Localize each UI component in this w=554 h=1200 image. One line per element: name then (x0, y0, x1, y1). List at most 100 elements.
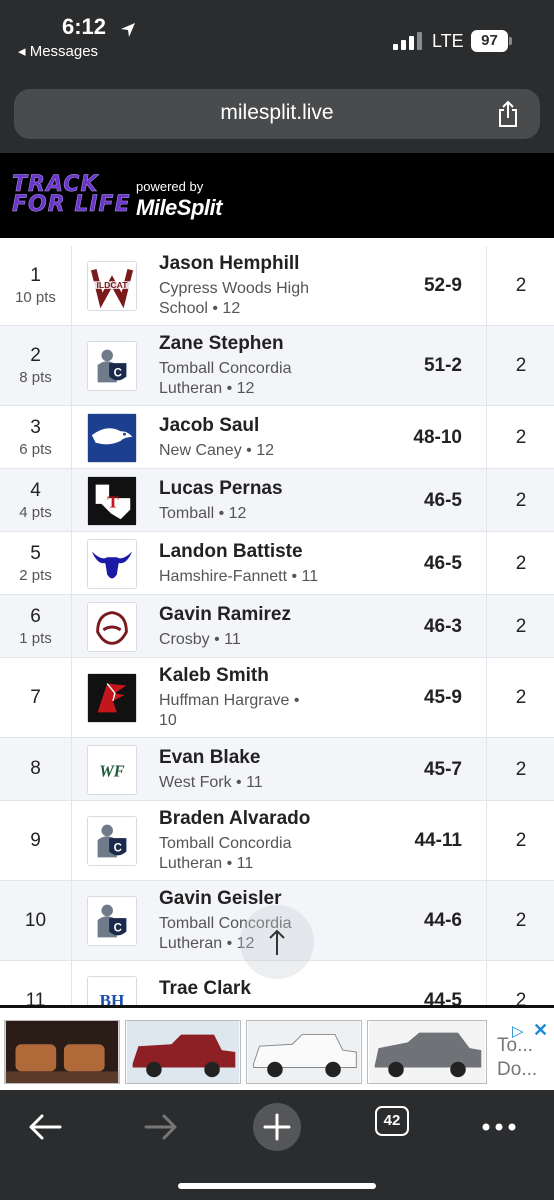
battery-cap (509, 37, 512, 45)
school-grade[interactable]: Crosby • 11 (159, 630, 359, 650)
longhorn-logo[interactable] (87, 539, 137, 589)
school-grade[interactable]: Tomball • 12 (159, 504, 359, 524)
athlete-info: Lucas Pernas Tomball • 12 (159, 478, 359, 524)
athlete-info: Landon Battiste Hamshire-Fannett • 11 (159, 541, 359, 587)
place-cell: 8 (0, 738, 72, 800)
svg-text:WF: WF (99, 762, 125, 781)
concordia-crusader-logo[interactable]: C (87, 896, 137, 946)
site-banner: TRACK FOR LIFE powered by MileSplit (0, 153, 554, 238)
back-to-messages-link[interactable]: ◂ Messages (18, 42, 98, 60)
tomball-texas-logo[interactable]: T (87, 476, 137, 526)
falcon-logo[interactable] (87, 673, 137, 723)
heat-cell: 2 (486, 801, 554, 880)
heat-cell: 2 (486, 658, 554, 737)
heat-cell: 2 (486, 246, 554, 325)
svg-text:T: T (107, 493, 119, 512)
table-row[interactable]: 5 2 pts Landon Battiste Hamshire-Fannett • … (0, 532, 554, 595)
tabs-count-button[interactable]: 42 (375, 1106, 409, 1136)
status-bar: 6:12 ◂ Messages LTE 97 (0, 0, 554, 70)
mark-value: 45-7 (423, 759, 462, 780)
table-row[interactable]: 1 10 pts ILDCAT Jason Hemphill Cypress Woods… (0, 246, 554, 326)
athlete-info: Zane Stephen Tomball Concordia Lutheran • … (159, 333, 359, 399)
athlete-name-link[interactable]: Gavin Ramirez (159, 604, 359, 626)
results-table: 1 10 pts ILDCAT Jason Hemphill Cypress Woods… (0, 238, 554, 1008)
athlete-info: Kaleb Smith Huffman Hargrave • 10 (159, 665, 359, 731)
ad-text[interactable]: To... Do... (497, 1034, 537, 1082)
athlete-name-link[interactable]: Kaleb Smith (159, 665, 359, 687)
heat-number: 2 (515, 687, 527, 708)
school-grade[interactable]: New Caney • 12 (159, 441, 359, 461)
back-arrow-icon[interactable] (26, 1102, 66, 1152)
heat-cell: 2 (486, 961, 554, 1008)
place-number: 5 (30, 542, 41, 564)
heat-number: 2 (515, 830, 527, 851)
athlete-name-link[interactable]: Jason Hemphill (159, 253, 359, 275)
table-row[interactable]: 4 4 pts T Lucas Pernas Tomball • 12 46-5 2 (0, 469, 554, 532)
athlete-name-link[interactable]: Zane Stephen (159, 333, 359, 355)
points-label: 4 pts (19, 503, 52, 521)
new-caney-eagle-logo[interactable] (87, 413, 137, 463)
heat-cell: 2 (486, 738, 554, 800)
cypress-woods-wildcats-logo[interactable]: ILDCAT (87, 261, 137, 311)
heat-number: 2 (515, 759, 527, 780)
ad-gray-truck-image[interactable] (367, 1020, 487, 1084)
table-row[interactable]: 3 6 pts Jacob Saul New Caney • 12 48-10 2 (0, 406, 554, 469)
heat-cell: 2 (486, 532, 554, 594)
athlete-info: Gavin Ramirez Crosby • 11 (159, 604, 359, 650)
heat-cell: 2 (486, 881, 554, 960)
svg-text:C: C (114, 368, 122, 380)
table-row[interactable]: 8 WF Evan Blake West Fork • 11 45-7 2 (0, 738, 554, 801)
athlete-info: Jason Hemphill Cypress Woods High School •… (159, 253, 359, 319)
place-cell: 11 (0, 961, 72, 1008)
mark-value: 52-9 (423, 275, 462, 296)
table-row[interactable]: 9 C Braden Alvarado Tomball Concordia Luther… (0, 801, 554, 881)
table-row[interactable]: 2 8 pts C Zane Stephen Tomball Concordia Luth… (0, 326, 554, 406)
arrow-up-icon (269, 929, 285, 955)
milesplit-logo[interactable]: MileSplit (136, 195, 222, 221)
forward-arrow-icon[interactable] (140, 1102, 180, 1152)
school-grade[interactable]: Cypress Woods High School • 12 (159, 279, 359, 319)
concordia-crusader-logo[interactable]: C (87, 816, 137, 866)
share-icon[interactable] (496, 100, 520, 128)
barbers-logo[interactable]: BH (87, 976, 137, 1008)
mark-value: 51-2 (423, 355, 462, 376)
school-grade[interactable]: Tomball Concordia Lutheran • 12 (159, 359, 359, 399)
heat-number: 2 (515, 616, 527, 637)
athlete-info: Trae ClarkMont Belvieu Barbers (159, 978, 359, 1008)
table-row[interactable]: 7 Kaleb Smith Huffman Hargrave • 10 45-9 2 (0, 658, 554, 738)
place-cell: 9 (0, 801, 72, 880)
concordia-crusader-logo[interactable]: C (87, 341, 137, 391)
school-grade[interactable]: Tomball Concordia Lutheran • 11 (159, 834, 359, 874)
ad-truck-interior-image[interactable] (4, 1020, 120, 1084)
track-for-life-logo[interactable]: TRACK FOR LIFE (12, 173, 131, 216)
table-row[interactable]: 6 1 pts Gavin Ramirez Crosby • 11 46-3 2 (0, 595, 554, 658)
athlete-info: Braden Alvarado Tomball Concordia Lutheran… (159, 808, 359, 874)
place-cell: 6 1 pts (0, 595, 72, 657)
athlete-name-link[interactable]: Landon Battiste (159, 541, 359, 563)
ad-red-truck-image[interactable] (125, 1020, 241, 1084)
place-number: 2 (30, 345, 41, 366)
athlete-name-link[interactable]: Braden Alvarado (159, 808, 359, 830)
url-text[interactable]: milesplit.live (14, 101, 540, 125)
heat-number: 2 (515, 275, 527, 296)
address-bar[interactable]: milesplit.live (14, 89, 540, 139)
athlete-name-link[interactable]: Lucas Pernas (159, 478, 359, 500)
crosby-cougar-logo[interactable] (87, 602, 137, 652)
mark-value: 46-5 (423, 553, 462, 574)
place-cell: 1 10 pts (0, 246, 72, 325)
place-cell: 10 (0, 881, 72, 960)
school-grade[interactable]: Hamshire-Fannett • 11 (159, 567, 359, 587)
ad-white-truck-image[interactable] (246, 1020, 362, 1084)
scroll-to-top-button[interactable] (240, 905, 314, 979)
west-fork-logo[interactable]: WF (87, 745, 137, 795)
powered-by-label: powered by (136, 179, 204, 194)
mark-value: 46-3 (423, 616, 462, 637)
athlete-name-link[interactable]: Jacob Saul (159, 415, 359, 437)
more-options-icon[interactable] (480, 1102, 520, 1152)
ad-banner[interactable]: ▷ ✕ To... Do... (0, 1005, 554, 1087)
school-grade[interactable]: West Fork • 11 (159, 773, 359, 793)
school-grade[interactable]: Huffman Hargrave • 10 (159, 691, 359, 731)
athlete-name-link[interactable]: Evan Blake (159, 747, 359, 769)
athlete-name-link[interactable]: Trae Clark (159, 978, 359, 1000)
new-tab-icon[interactable] (252, 1102, 302, 1152)
